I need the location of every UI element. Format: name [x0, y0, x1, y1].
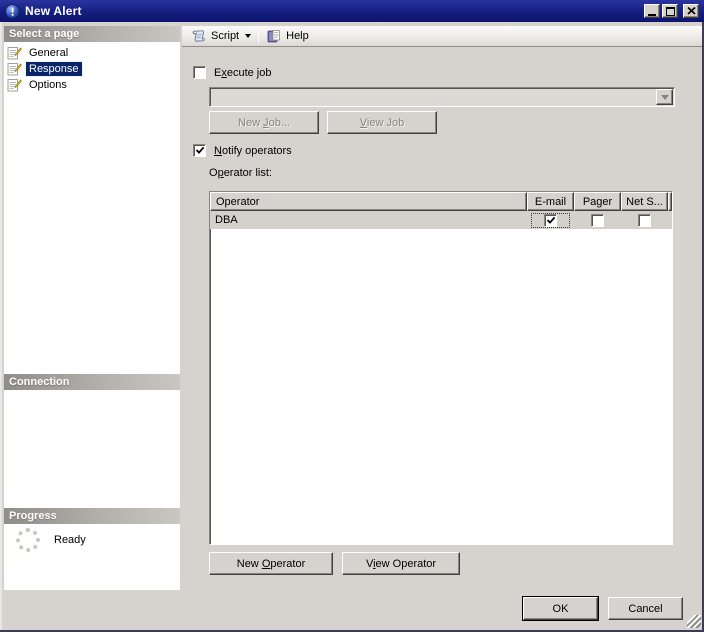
toolbar: Script Help [182, 26, 702, 47]
check-icon [195, 146, 205, 154]
script-icon [192, 30, 205, 42]
help-label: Help [286, 30, 309, 42]
column-header-operator[interactable]: Operator [210, 192, 527, 211]
help-icon [267, 30, 281, 43]
page-icon [7, 79, 22, 92]
email-cell [527, 212, 574, 229]
job-combobox-arrow [656, 89, 673, 105]
maximize-icon [665, 6, 675, 16]
connection-panel [4, 390, 180, 508]
select-a-page-header: Select a page [4, 26, 180, 42]
page-icon [7, 63, 22, 76]
column-header-email[interactable]: E-mail [527, 192, 574, 211]
window-title: New Alert [25, 4, 82, 18]
ok-button[interactable]: OK [523, 597, 598, 620]
email-cell-focus [530, 212, 571, 229]
execute-job-checkbox[interactable] [193, 66, 206, 79]
minimize-button[interactable] [644, 4, 660, 18]
table-row[interactable]: DBA [210, 211, 672, 229]
help-button[interactable]: Help [262, 27, 313, 46]
progress-header: Progress [4, 508, 180, 524]
new-operator-button[interactable]: New Operator [209, 552, 333, 575]
view-operator-button[interactable]: View Operator [342, 552, 460, 575]
notify-operators-label[interactable]: Notify operators [214, 145, 292, 157]
alert-icon [5, 3, 20, 19]
cancel-button[interactable]: Cancel [608, 597, 683, 620]
netsend-checkbox[interactable] [638, 213, 651, 227]
new-alert-dialog: New Alert Select a page General Response… [0, 0, 704, 632]
close-icon [686, 7, 696, 15]
page-list-panel: General Response Options [4, 42, 180, 374]
minimize-icon [648, 13, 656, 16]
view-job-button: View Job [327, 111, 437, 134]
pager-cell [574, 213, 621, 227]
execute-job-row: Execute job [193, 66, 272, 79]
email-checkbox[interactable] [544, 213, 557, 227]
sidebar-item-general[interactable]: General [4, 45, 180, 61]
close-button[interactable] [683, 4, 699, 18]
page-icon [7, 47, 22, 60]
check-icon [546, 216, 556, 224]
connection-header: Connection [4, 374, 180, 390]
column-header-filler [668, 192, 672, 211]
pager-checkbox[interactable] [591, 213, 604, 227]
script-label: Script [211, 30, 240, 42]
sidebar-item-label: General [29, 47, 69, 59]
toolbar-separator [258, 28, 260, 44]
netsend-cell [621, 213, 668, 227]
resize-grip[interactable] [687, 615, 701, 628]
titlebar: New Alert [0, 0, 704, 22]
progress-panel: Ready [4, 524, 180, 590]
job-combobox [209, 87, 675, 107]
maximize-button[interactable] [662, 4, 678, 18]
column-header-pager[interactable]: Pager [574, 192, 621, 211]
notify-operators-row: Notify operators [193, 144, 292, 157]
progress-spinner-icon [16, 528, 40, 552]
sidebar-item-options[interactable]: Options [4, 77, 180, 93]
operator-table-header: Operator E-mail Pager Net S... [210, 192, 672, 211]
chevron-down-icon [245, 34, 252, 38]
script-button[interactable]: Script [187, 27, 255, 46]
execute-job-label[interactable]: Execute job [214, 67, 272, 79]
dropdown-icon [660, 94, 669, 100]
sidebar-item-response[interactable]: Response [4, 61, 180, 77]
new-job-button: New Job... [209, 111, 319, 134]
column-header-netsend[interactable]: Net S... [621, 192, 668, 211]
operator-list-label: Operator list: [209, 167, 272, 179]
progress-status: Ready [54, 534, 86, 546]
operator-table: Operator E-mail Pager Net S... DBA [209, 191, 673, 545]
notify-operators-checkbox[interactable] [193, 144, 206, 157]
sidebar-item-label: Options [29, 79, 67, 91]
sidebar-item-label: Response [25, 61, 83, 77]
operator-name: DBA [215, 214, 238, 226]
